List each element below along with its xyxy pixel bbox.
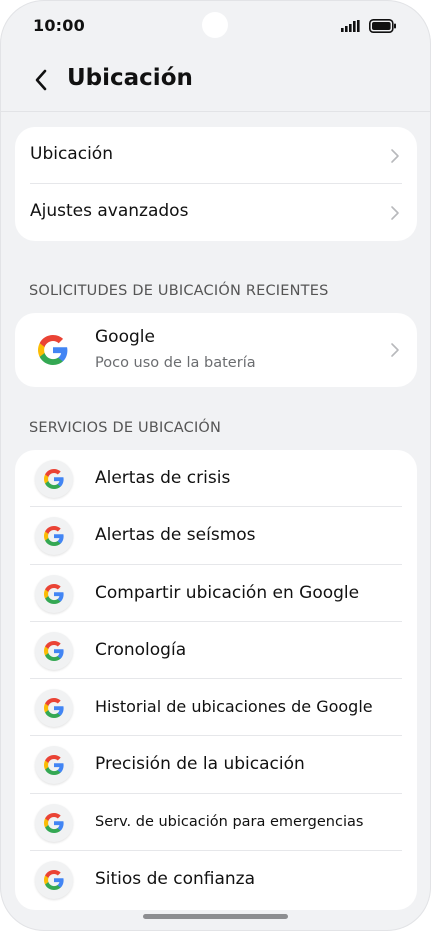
location-service-label: Precisión de la ubicación	[95, 754, 305, 775]
page-title: Ubicación	[67, 65, 193, 91]
recent-request-title: Google	[95, 327, 155, 347]
google-g-icon	[35, 631, 73, 670]
location-service-label: Sitios de confianza	[95, 869, 255, 890]
google-g-icon	[38, 335, 68, 365]
location-service-label: Alertas de crisis	[95, 468, 231, 488]
location-service-label: Compartir ubicación en Google	[95, 582, 360, 603]
battery-icon	[369, 19, 396, 33]
google-g-icon	[35, 746, 73, 785]
location-service-row[interactable]: Historial de ubicaciones de Google	[15, 679, 417, 737]
location-service-row[interactable]: Compartir ubicación en Google	[15, 565, 417, 622]
app-header: Ubicación	[0, 56, 431, 106]
location-services-header: SERVICIOS DE UBICACIÓN	[29, 420, 222, 436]
status-bar: 10:00	[0, 0, 431, 56]
location-services-card: Alertas de crisis Alertas de seísmos Com…	[15, 450, 417, 910]
location-service-label: Alertas de seísmos	[95, 525, 256, 546]
google-g-icon	[35, 574, 73, 613]
location-service-label: Historial de ubicaciones de Google	[95, 697, 373, 717]
location-service-row[interactable]: Alertas de seísmos	[15, 507, 417, 565]
recent-request-google[interactable]: Google Poco uso de la batería	[15, 313, 417, 387]
recent-requests-card: Google Poco uso de la batería	[15, 313, 417, 387]
camera-cutout	[202, 12, 228, 38]
location-service-row[interactable]: Precisión de la ubicación	[15, 736, 417, 794]
location-service-label: Serv. de ubicación para emergencias	[95, 813, 364, 830]
recent-request-subtitle: Poco uso de la batería	[95, 355, 256, 371]
google-g-icon	[35, 460, 73, 498]
google-g-icon	[35, 517, 73, 556]
google-g-icon	[35, 689, 73, 728]
chevron-right-icon	[391, 343, 399, 357]
row-label: Ajustes avanzados	[30, 201, 189, 221]
google-g-icon	[35, 861, 73, 900]
location-service-row[interactable]: Sitios de confianza	[15, 851, 417, 908]
location-service-row[interactable]: Cronología	[15, 622, 417, 680]
location-service-label: Cronología	[95, 639, 187, 660]
location-service-row[interactable]: Serv. de ubicación para emergencias	[15, 794, 417, 852]
phone-screen: 10:00 Ubicación Ubicación Ajustes avanza…	[0, 0, 431, 931]
signal-icon	[341, 20, 360, 32]
back-arrow-icon[interactable]	[28, 66, 56, 94]
advanced-settings-row[interactable]: Ajustes avanzados	[15, 184, 417, 241]
header-divider	[0, 111, 431, 112]
main-settings-card: Ubicación Ajustes avanzados	[15, 127, 417, 241]
location-services-list: Alertas de crisis Alertas de seísmos Com…	[15, 450, 417, 908]
recent-requests-header: SOLICITUDES DE UBICACIÓN RECIENTES	[29, 283, 329, 299]
status-time: 10:00	[33, 16, 85, 35]
location-service-row[interactable]: Alertas de crisis	[15, 450, 417, 508]
google-g-icon	[35, 803, 73, 842]
chevron-right-icon	[391, 149, 399, 163]
chevron-right-icon	[391, 206, 399, 220]
row-label: Ubicación	[30, 144, 113, 164]
location-toggle-row[interactable]: Ubicación	[15, 127, 417, 184]
home-indicator[interactable]	[143, 914, 288, 919]
